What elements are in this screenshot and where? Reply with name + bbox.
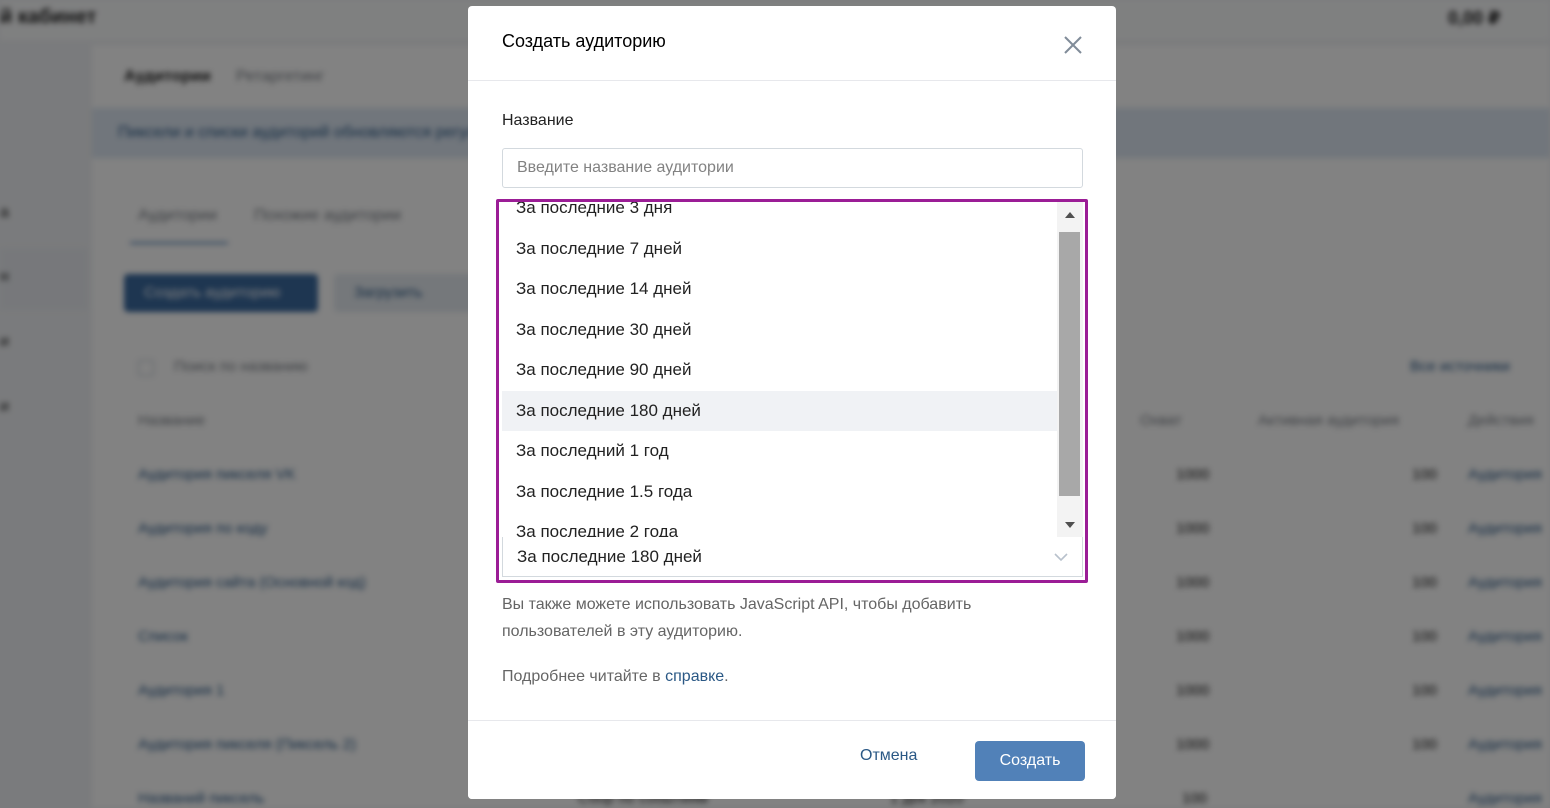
help-text: Вы также можете использовать JavaScript …: [502, 596, 972, 640]
close-button[interactable]: [1058, 30, 1088, 60]
more-info-suffix: .: [724, 668, 729, 685]
help-link[interactable]: справке: [665, 668, 724, 685]
modal-title: Создать аудиторию: [502, 31, 666, 51]
modal-footer: Отмена Создать: [468, 720, 1116, 799]
modal-header: Создать аудиторию: [468, 6, 1116, 81]
close-icon: [1064, 36, 1082, 54]
more-info-prefix: Подробнее читайте в: [502, 668, 666, 685]
more-info: Подробнее читайте в справке.: [502, 668, 729, 686]
create-audience-modal: Создать аудиторию Название За последние …: [468, 6, 1116, 799]
highlight-frame: [496, 199, 1088, 583]
cancel-button[interactable]: Отмена: [860, 747, 917, 765]
audience-name-input[interactable]: [502, 148, 1083, 188]
name-label: Название: [502, 112, 574, 129]
create-button[interactable]: Создать: [975, 741, 1085, 781]
